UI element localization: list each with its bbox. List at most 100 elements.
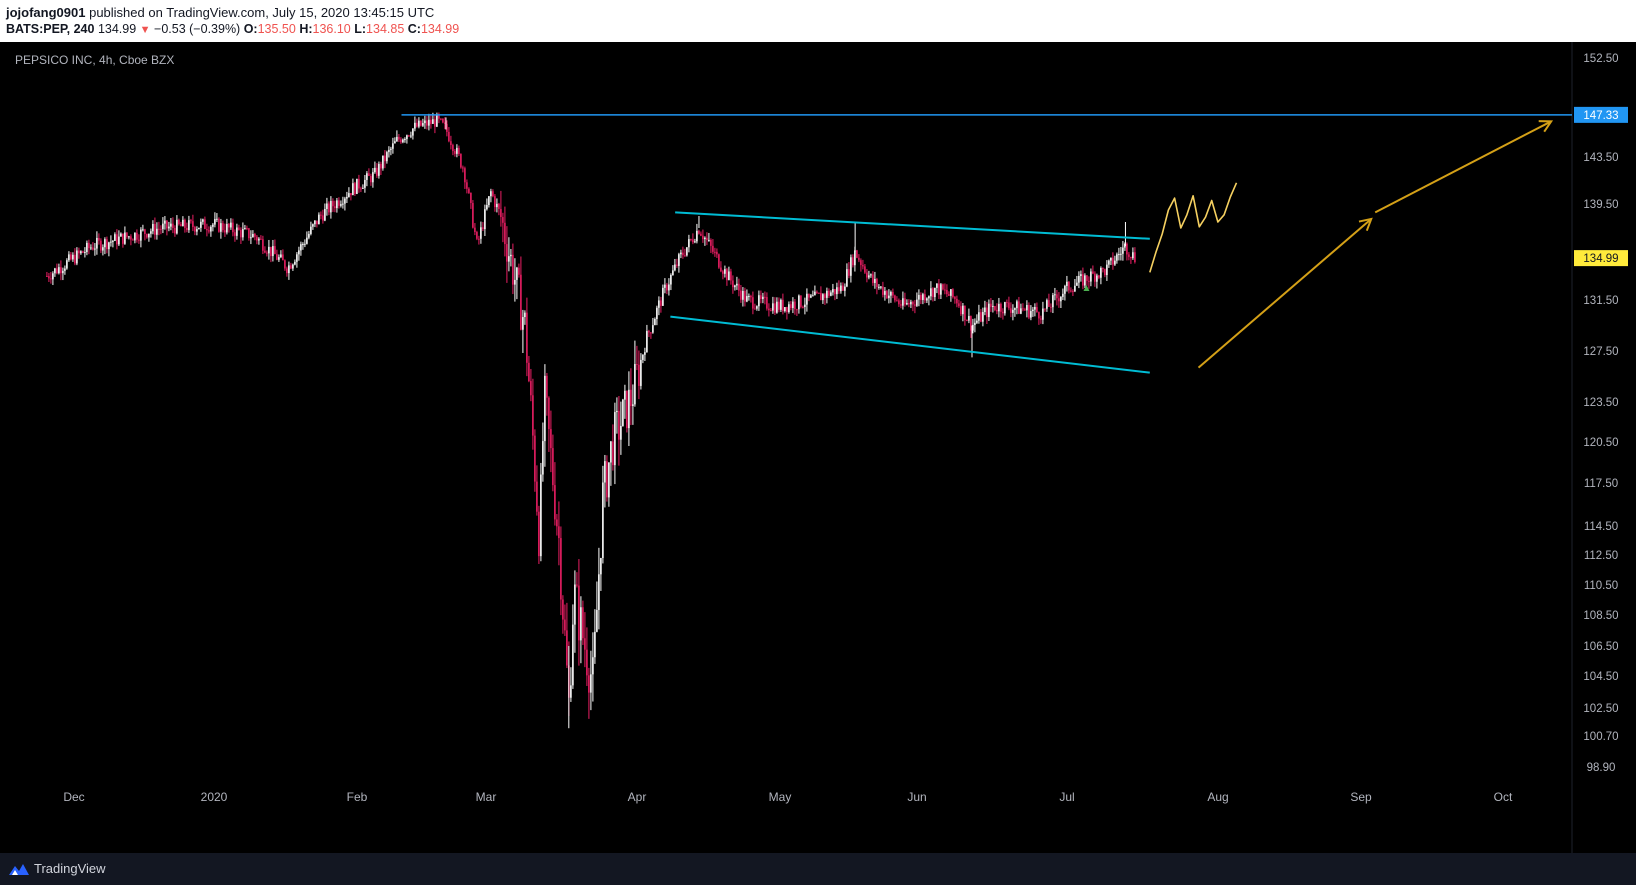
candle-body bbox=[710, 239, 712, 246]
last-price: 134.99 bbox=[97, 22, 137, 36]
candle-body bbox=[798, 295, 800, 310]
candle-body bbox=[410, 135, 412, 137]
candle-body bbox=[1128, 254, 1130, 257]
candle-body bbox=[118, 236, 120, 245]
candle-body bbox=[476, 232, 478, 239]
candle-body bbox=[444, 122, 446, 124]
candle-body bbox=[792, 301, 794, 309]
candle-body bbox=[104, 239, 106, 248]
candle-body bbox=[110, 241, 112, 243]
candle-body bbox=[680, 252, 682, 255]
candle-body bbox=[412, 128, 414, 136]
candle-body bbox=[1022, 308, 1024, 310]
candle-body bbox=[130, 236, 132, 240]
footer-brand[interactable]: TradingView bbox=[34, 861, 106, 876]
candle-body bbox=[398, 136, 400, 140]
candle-body bbox=[156, 228, 158, 235]
candle-body bbox=[974, 322, 976, 325]
candle-body bbox=[788, 304, 790, 313]
candle-body bbox=[1084, 275, 1086, 286]
candle-body bbox=[138, 239, 140, 241]
candle-body bbox=[332, 200, 334, 207]
time-tick-label: Dec bbox=[63, 790, 84, 804]
candle-body bbox=[734, 285, 736, 288]
candle-body bbox=[400, 139, 402, 143]
candle-body bbox=[1042, 308, 1044, 320]
quote-line: BATS:PEP, 240 134.99 ▼ −0.53 (−0.39%) O:… bbox=[6, 22, 459, 36]
candle-body bbox=[542, 441, 544, 475]
tradingview-logo-icon[interactable] bbox=[8, 861, 30, 877]
candle-body bbox=[866, 272, 868, 278]
candle-body bbox=[434, 119, 436, 127]
chart-area[interactable]: PEPSICO INC, 4h, Cboe BZX 152.50 147.33 14… bbox=[0, 42, 1636, 853]
candle-body bbox=[904, 298, 906, 305]
candle-body bbox=[1112, 257, 1114, 265]
candle-body bbox=[390, 148, 392, 150]
candle-body bbox=[166, 220, 168, 229]
candle-body bbox=[442, 118, 444, 123]
candle-body bbox=[46, 276, 48, 277]
candle-body bbox=[1054, 294, 1056, 296]
candle-body bbox=[628, 389, 630, 429]
candle-body bbox=[930, 288, 932, 297]
candle-body bbox=[840, 285, 842, 292]
candle-body bbox=[286, 268, 288, 274]
candle-body bbox=[194, 226, 196, 232]
candle-body bbox=[888, 295, 890, 299]
candle-body bbox=[352, 183, 354, 196]
candle-body bbox=[60, 267, 62, 274]
candle-body bbox=[1082, 274, 1084, 286]
candle-body bbox=[384, 155, 386, 162]
candle-body bbox=[48, 276, 50, 279]
candle-body bbox=[658, 300, 660, 308]
candle-body bbox=[630, 389, 632, 406]
candle-body bbox=[126, 232, 128, 237]
candle-body bbox=[728, 271, 730, 281]
candle-body bbox=[152, 223, 154, 232]
candle-body bbox=[934, 287, 936, 298]
candle-body bbox=[726, 269, 728, 281]
candle-body bbox=[302, 243, 304, 245]
candle-body bbox=[704, 237, 706, 240]
candle-body bbox=[396, 136, 398, 142]
candle-body bbox=[794, 301, 796, 310]
candle-body bbox=[600, 558, 602, 575]
candle-body bbox=[478, 238, 480, 240]
candle-body bbox=[246, 228, 248, 230]
candle-body bbox=[64, 268, 66, 271]
candle-body bbox=[278, 257, 280, 260]
candle-body bbox=[100, 240, 102, 251]
candle-body bbox=[262, 239, 264, 251]
candle-body bbox=[932, 288, 934, 298]
candle-body bbox=[834, 289, 836, 295]
candle-body bbox=[416, 122, 418, 127]
candle-body bbox=[552, 448, 554, 486]
candle-body bbox=[756, 306, 758, 309]
candle-body bbox=[736, 283, 738, 286]
candle-body bbox=[772, 303, 774, 311]
candle-body bbox=[188, 220, 190, 231]
candle-body bbox=[776, 301, 778, 313]
candle-body bbox=[692, 239, 694, 243]
candle-body bbox=[676, 264, 678, 266]
candle-body bbox=[654, 318, 656, 326]
candle-body bbox=[528, 362, 530, 382]
candle-body bbox=[1110, 257, 1112, 261]
author-name[interactable]: jojofang0901 bbox=[6, 5, 85, 20]
candle-body bbox=[766, 297, 768, 309]
candle-body bbox=[1130, 256, 1132, 259]
candle-body bbox=[92, 247, 94, 250]
candle-body bbox=[492, 191, 494, 197]
candle-body bbox=[984, 307, 986, 313]
candle-body bbox=[356, 178, 358, 194]
candle-body bbox=[470, 192, 472, 203]
candle-body bbox=[594, 631, 596, 658]
candle-body bbox=[596, 609, 598, 632]
candle-body bbox=[576, 584, 578, 586]
candle-body bbox=[196, 229, 198, 232]
candle-body bbox=[238, 227, 240, 231]
candle-body bbox=[560, 538, 562, 600]
candle-body bbox=[474, 227, 476, 233]
candle-body bbox=[910, 301, 912, 305]
candle-body bbox=[378, 163, 380, 176]
